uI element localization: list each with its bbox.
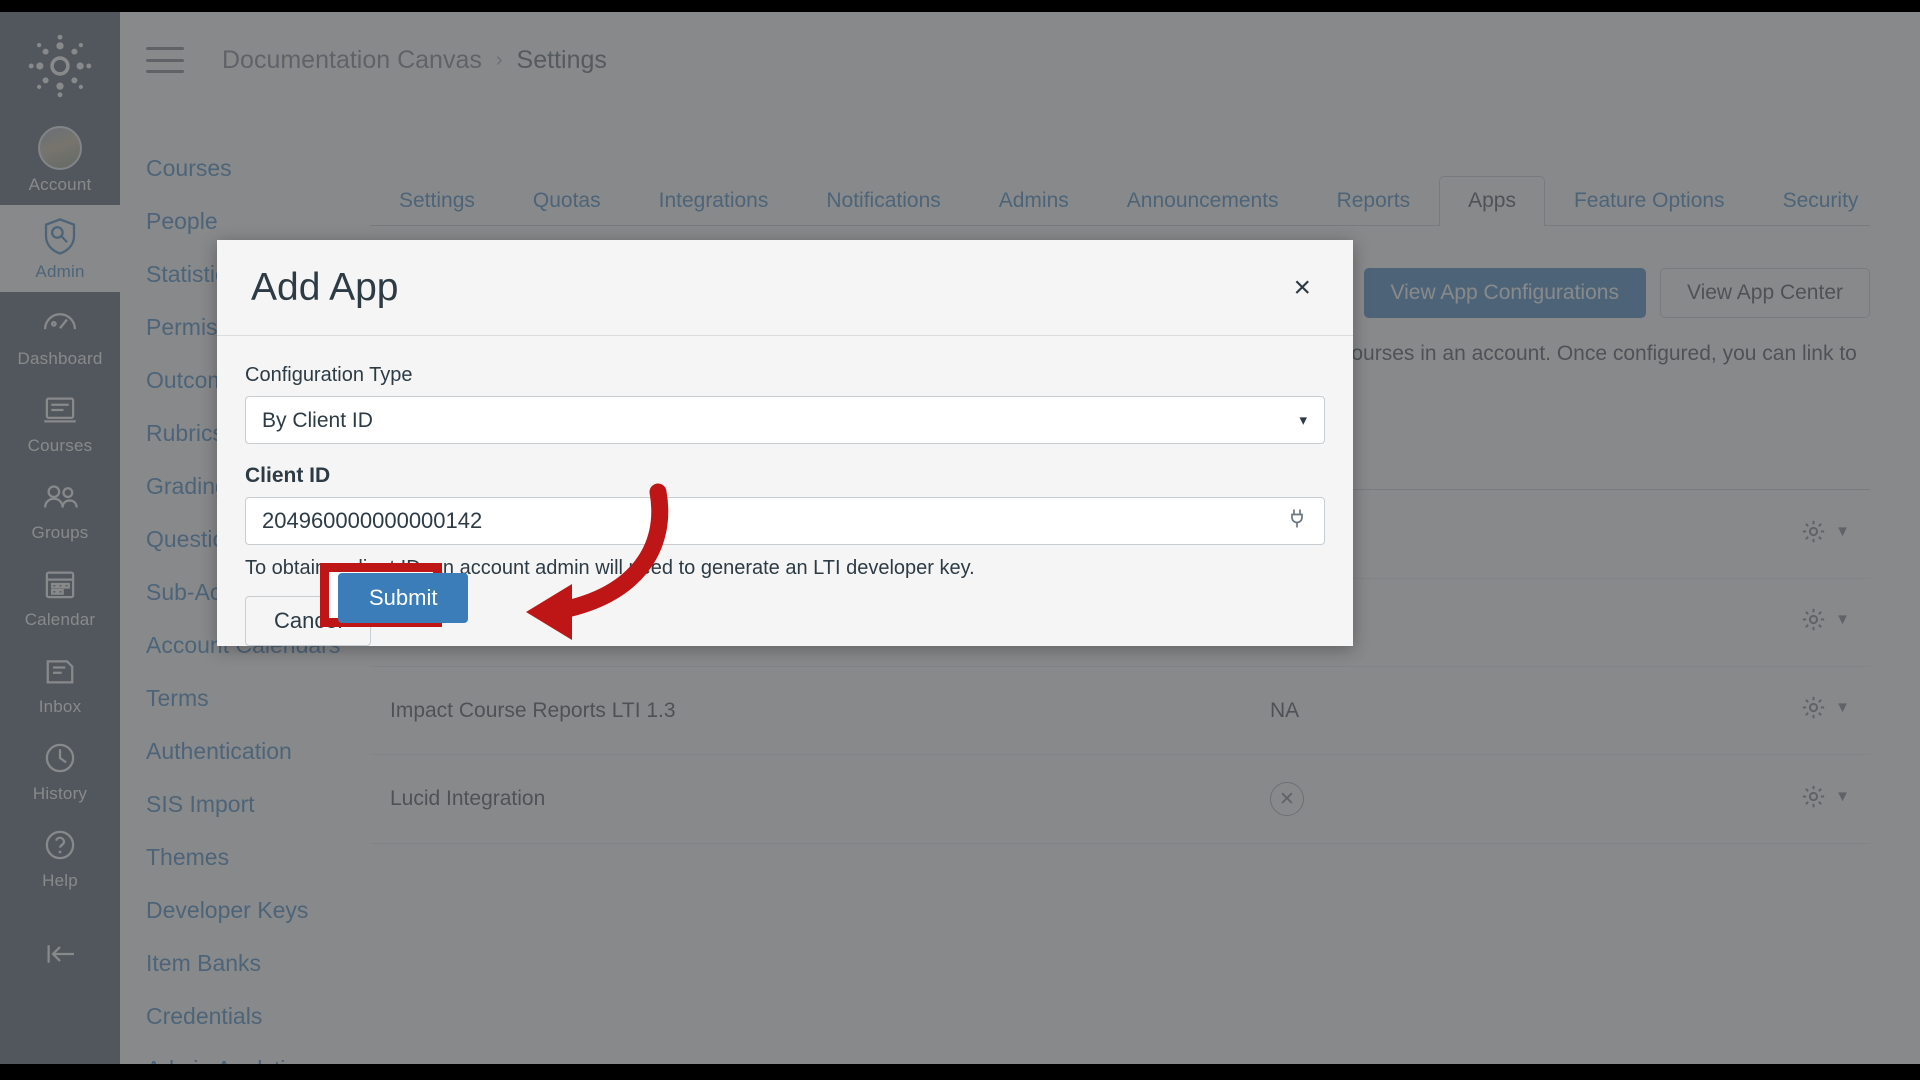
- chevron-down-icon: ▼: [1835, 699, 1850, 716]
- global-nav-label: Help: [42, 871, 78, 890]
- submit-button[interactable]: Submit: [338, 573, 469, 623]
- gear-icon: [1802, 785, 1825, 807]
- app-actions: ▼: [1580, 754, 1870, 844]
- nav-item-sis-import[interactable]: SIS Import: [132, 778, 370, 831]
- global-nav-item-help[interactable]: Help: [0, 814, 120, 901]
- gear-menu[interactable]: ▼: [1800, 606, 1850, 633]
- client-id-input[interactable]: [245, 497, 1325, 545]
- collapse-nav-button[interactable]: [0, 923, 120, 985]
- tab-integrations[interactable]: Integrations: [630, 176, 798, 226]
- nav-item-credentials[interactable]: Credentials: [132, 990, 370, 1043]
- breadcrumb-separator: ›: [495, 48, 503, 71]
- global-nav-item-dashboard[interactable]: Dashboard: [0, 292, 120, 379]
- gear-menu[interactable]: ▼: [1800, 694, 1850, 721]
- tab-reports[interactable]: Reports: [1308, 176, 1440, 226]
- global-nav-label: Dashboard: [17, 349, 103, 368]
- global-navigation: Account Admin Dashboard Courses Groups C…: [0, 12, 120, 1064]
- client-id-field: [245, 497, 1325, 545]
- canvas-logo: [28, 34, 92, 98]
- tab-quotas[interactable]: Quotas: [504, 176, 630, 226]
- tab-settings[interactable]: Settings: [370, 176, 504, 226]
- annotation-arrow: [526, 483, 669, 640]
- modal-title: Add App: [251, 265, 399, 309]
- global-nav-item-groups[interactable]: Groups: [0, 466, 120, 553]
- gear-menu[interactable]: ▼: [1800, 783, 1850, 810]
- breadcrumb-current: Settings: [516, 45, 607, 74]
- tab-security[interactable]: Security: [1754, 176, 1888, 226]
- global-nav-item-account[interactable]: Account: [0, 116, 120, 205]
- view-app-center-button[interactable]: View App Center: [1659, 268, 1870, 318]
- gear-menu[interactable]: ▼: [1800, 518, 1850, 545]
- top-bar: Documentation Canvas › Settings: [120, 12, 1920, 108]
- global-nav-label: Calendar: [24, 610, 96, 629]
- app-name: Impact Course Reports LTI 1.3: [370, 666, 1250, 755]
- gear-icon: [1802, 608, 1825, 631]
- tab-notifications[interactable]: Notifications: [797, 176, 969, 226]
- groups-icon: [43, 485, 78, 508]
- nav-item-admin-analytics[interactable]: Admin Analytics: [132, 1043, 370, 1064]
- global-nav-item-history[interactable]: History: [0, 727, 120, 814]
- global-nav-item-inbox[interactable]: Inbox: [0, 640, 120, 727]
- nav-item-authentication[interactable]: Authentication: [132, 725, 370, 778]
- gear-icon: [1802, 520, 1825, 542]
- column-header-actions: [1580, 438, 1870, 490]
- configuration-type-select[interactable]: By Client ID: [245, 396, 1325, 444]
- nav-item-themes[interactable]: Themes: [132, 831, 370, 884]
- inbox-icon: [46, 660, 74, 684]
- configuration-type-field: By Client ID ▾: [245, 396, 1325, 444]
- settings-tabs: Settings Quotas Integrations Notificatio…: [370, 172, 1870, 226]
- shield-icon: [44, 218, 76, 255]
- global-nav-item-courses[interactable]: Courses: [0, 379, 120, 466]
- screen: Account Admin Dashboard Courses Groups C…: [0, 0, 1920, 1080]
- nav-item-terms[interactable]: Terms: [132, 672, 370, 725]
- dashboard-icon: [43, 313, 77, 330]
- table-row: Lucid Integration ✕ ▼: [370, 754, 1870, 844]
- client-id-label: Client ID: [245, 464, 331, 487]
- plug-icon: [1285, 507, 1309, 536]
- clock-icon: [45, 743, 75, 773]
- modal-header: Add App ×: [217, 240, 1353, 336]
- nav-item-courses[interactable]: Courses: [132, 142, 370, 195]
- tab-feature-options[interactable]: Feature Options: [1545, 176, 1754, 226]
- close-icon[interactable]: ✕: [1270, 782, 1304, 816]
- table-row: Impact Course Reports LTI 1.3 NA ▼: [370, 666, 1870, 755]
- gear-icon: [1802, 696, 1825, 719]
- avatar: [38, 126, 82, 170]
- app-actions: ▼: [1580, 489, 1870, 579]
- app-name: Lucid Integration: [370, 754, 1250, 844]
- question-icon: [45, 830, 75, 860]
- global-nav-label: History: [32, 784, 88, 803]
- courses-icon: [44, 397, 76, 423]
- header-buttons: View App Configurations View App Center: [1363, 268, 1870, 318]
- close-icon[interactable]: ×: [1285, 269, 1319, 307]
- breadcrumb-account[interactable]: Documentation Canvas: [222, 46, 482, 75]
- chevron-down-icon: ▼: [1835, 522, 1850, 540]
- nav-item-item-banks[interactable]: Item Banks: [132, 937, 370, 990]
- global-nav-item-calendar[interactable]: Calendar: [0, 553, 120, 640]
- app-status: ✕: [1250, 754, 1580, 844]
- global-nav-label: Courses: [27, 436, 93, 455]
- hamburger-icon[interactable]: [146, 47, 184, 73]
- global-nav-item-admin[interactable]: Admin: [0, 205, 120, 292]
- tab-apps[interactable]: Apps: [1439, 176, 1545, 226]
- global-nav-label: Account: [28, 175, 92, 194]
- tab-announcements[interactable]: Announcements: [1098, 176, 1308, 226]
- app-status: NA: [1250, 666, 1580, 755]
- global-nav-label: Inbox: [38, 697, 82, 716]
- view-app-configurations-button[interactable]: View App Configurations: [1363, 268, 1646, 318]
- calendar-icon: [45, 571, 75, 599]
- breadcrumb: Documentation Canvas › Settings: [222, 46, 607, 75]
- global-nav-label: Admin: [35, 262, 85, 281]
- collapse-arrow-icon: [47, 945, 74, 963]
- nav-item-developer-keys[interactable]: Developer Keys: [132, 884, 370, 937]
- configuration-type-label: Configuration Type: [245, 364, 413, 386]
- app-actions: ▼: [1580, 666, 1870, 755]
- tab-admins[interactable]: Admins: [970, 176, 1098, 226]
- global-nav-label: Groups: [31, 523, 89, 542]
- app-actions: ▼: [1580, 578, 1870, 667]
- chevron-down-icon: ▼: [1835, 787, 1850, 805]
- chevron-down-icon: ▼: [1835, 611, 1850, 628]
